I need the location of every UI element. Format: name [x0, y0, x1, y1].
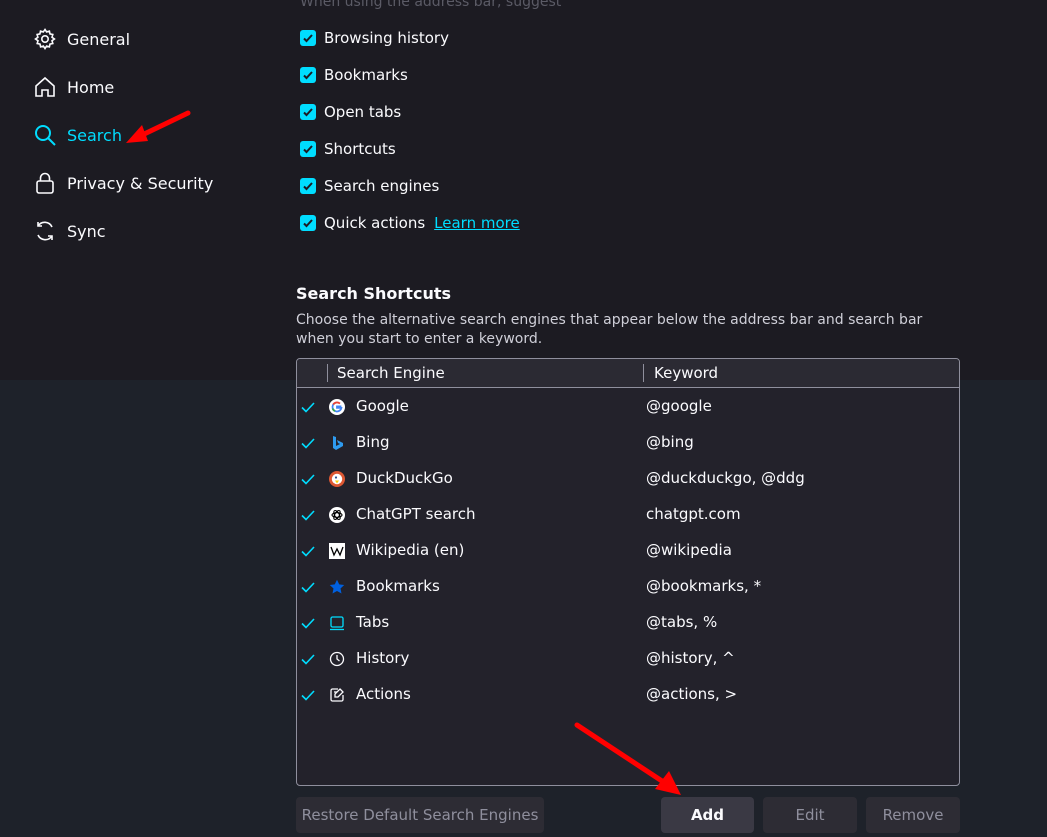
table-row[interactable]: DuckDuckGo @duckduckgo, @ddg — [297, 461, 959, 497]
checkbox-checked[interactable] — [300, 30, 316, 46]
column-header-keyword[interactable]: Keyword — [654, 364, 718, 382]
checkbox-checked[interactable] — [300, 215, 316, 231]
suggest-heading: When using the address bar, suggest — [300, 0, 562, 10]
option-label: Bookmarks — [324, 66, 408, 84]
actions-icon — [329, 687, 345, 703]
engine-keyword: @duckduckgo, @ddg — [646, 469, 805, 487]
option-search-engines[interactable]: Search engines — [300, 175, 439, 197]
engine-keyword: @bing — [646, 433, 694, 451]
engine-name: Google — [356, 397, 409, 415]
add-button[interactable]: Add — [661, 797, 754, 833]
search-engines-table[interactable]: Search Engine Keyword Google @google Bin… — [296, 358, 960, 786]
option-browsing-history[interactable]: Browsing history — [300, 27, 449, 49]
sidebar-item-label: Home — [67, 77, 115, 97]
learn-more-link[interactable]: Learn more — [434, 214, 520, 232]
option-label: Quick actions — [324, 214, 426, 232]
column-separator — [643, 364, 644, 382]
restore-defaults-button[interactable]: Restore Default Search Engines — [296, 797, 544, 833]
chatgpt-icon — [329, 507, 345, 523]
edit-button[interactable]: Edit — [763, 797, 857, 833]
sidebar: General Home Search Privacy & Security S… — [0, 0, 260, 380]
checkbox-checked[interactable] — [300, 141, 316, 157]
check-icon[interactable] — [300, 651, 316, 667]
sidebar-item-label: General — [67, 29, 131, 49]
engine-keyword: @bookmarks, * — [646, 577, 762, 595]
engine-name: Bing — [356, 433, 390, 451]
engine-name: Actions — [356, 685, 411, 703]
table-row[interactable]: Bing @bing — [297, 425, 959, 461]
star-icon — [329, 579, 345, 595]
option-shortcuts[interactable]: Shortcuts — [300, 138, 396, 160]
checkbox-checked[interactable] — [300, 104, 316, 120]
sidebar-item-search[interactable]: Search — [33, 120, 122, 150]
sidebar-item-general[interactable]: General — [33, 24, 130, 54]
bing-icon — [329, 435, 345, 451]
table-row[interactable]: Google @google — [297, 389, 959, 425]
column-separator — [327, 364, 328, 382]
engine-name: ChatGPT search — [356, 505, 476, 523]
check-icon[interactable] — [300, 579, 316, 595]
wikipedia-icon — [329, 543, 345, 559]
duckduckgo-icon — [329, 471, 345, 487]
sidebar-item-privacy[interactable]: Privacy & Security — [33, 168, 213, 198]
table-row[interactable]: Tabs @tabs, % — [297, 605, 959, 641]
checkbox-checked[interactable] — [300, 178, 316, 194]
engine-name: DuckDuckGo — [356, 469, 453, 487]
sidebar-item-label: Sync — [67, 221, 106, 241]
sidebar-item-label: Search — [67, 125, 122, 145]
sidebar-item-sync[interactable]: Sync — [33, 216, 106, 246]
check-icon[interactable] — [300, 615, 316, 631]
option-label: Shortcuts — [324, 140, 396, 158]
table-row[interactable]: Wikipedia (en) @wikipedia — [297, 533, 959, 569]
engine-keyword: @history, ^ — [646, 649, 735, 667]
table-row[interactable]: History @history, ^ — [297, 641, 959, 677]
sidebar-item-home[interactable]: Home — [33, 72, 114, 102]
engine-keyword: @actions, > — [646, 685, 738, 703]
search-icon — [33, 123, 57, 147]
gear-icon — [33, 27, 57, 51]
option-open-tabs[interactable]: Open tabs — [300, 101, 401, 123]
checkbox-checked[interactable] — [300, 67, 316, 83]
tab-icon — [329, 615, 345, 631]
check-icon[interactable] — [300, 543, 316, 559]
check-icon[interactable] — [300, 507, 316, 523]
column-header-engine[interactable]: Search Engine — [337, 364, 445, 382]
engine-name: Bookmarks — [356, 577, 440, 595]
engine-keyword: @google — [646, 397, 712, 415]
check-icon[interactable] — [300, 435, 316, 451]
check-icon[interactable] — [300, 687, 316, 703]
sidebar-item-label: Privacy & Security — [67, 173, 214, 193]
table-header: Search Engine Keyword — [297, 359, 959, 388]
section-title: Search Shortcuts — [296, 284, 451, 303]
remove-button[interactable]: Remove — [866, 797, 960, 833]
clock-icon — [329, 651, 345, 667]
section-description: Choose the alternative search engines th… — [296, 312, 923, 347]
sync-icon — [33, 219, 57, 243]
engine-keyword: chatgpt.com — [646, 505, 741, 523]
check-icon[interactable] — [300, 471, 316, 487]
engine-name: Tabs — [356, 613, 390, 631]
check-icon[interactable] — [300, 399, 316, 415]
table-row[interactable]: Bookmarks @bookmarks, * — [297, 569, 959, 605]
engine-keyword: @tabs, % — [646, 613, 718, 631]
option-label: Search engines — [324, 177, 440, 195]
engine-name: History — [356, 649, 410, 667]
option-bookmarks[interactable]: Bookmarks — [300, 64, 408, 86]
table-row[interactable]: Actions @actions, > — [297, 677, 959, 713]
option-quick-actions[interactable]: Quick actions Learn more — [300, 212, 520, 234]
table-row[interactable]: ChatGPT search chatgpt.com — [297, 497, 959, 533]
google-icon — [329, 399, 345, 415]
engine-keyword: @wikipedia — [646, 541, 732, 559]
engine-name: Wikipedia (en) — [356, 541, 465, 559]
option-label: Open tabs — [324, 103, 402, 121]
option-label: Browsing history — [324, 29, 449, 47]
home-icon — [33, 75, 57, 99]
lock-icon — [33, 171, 57, 195]
